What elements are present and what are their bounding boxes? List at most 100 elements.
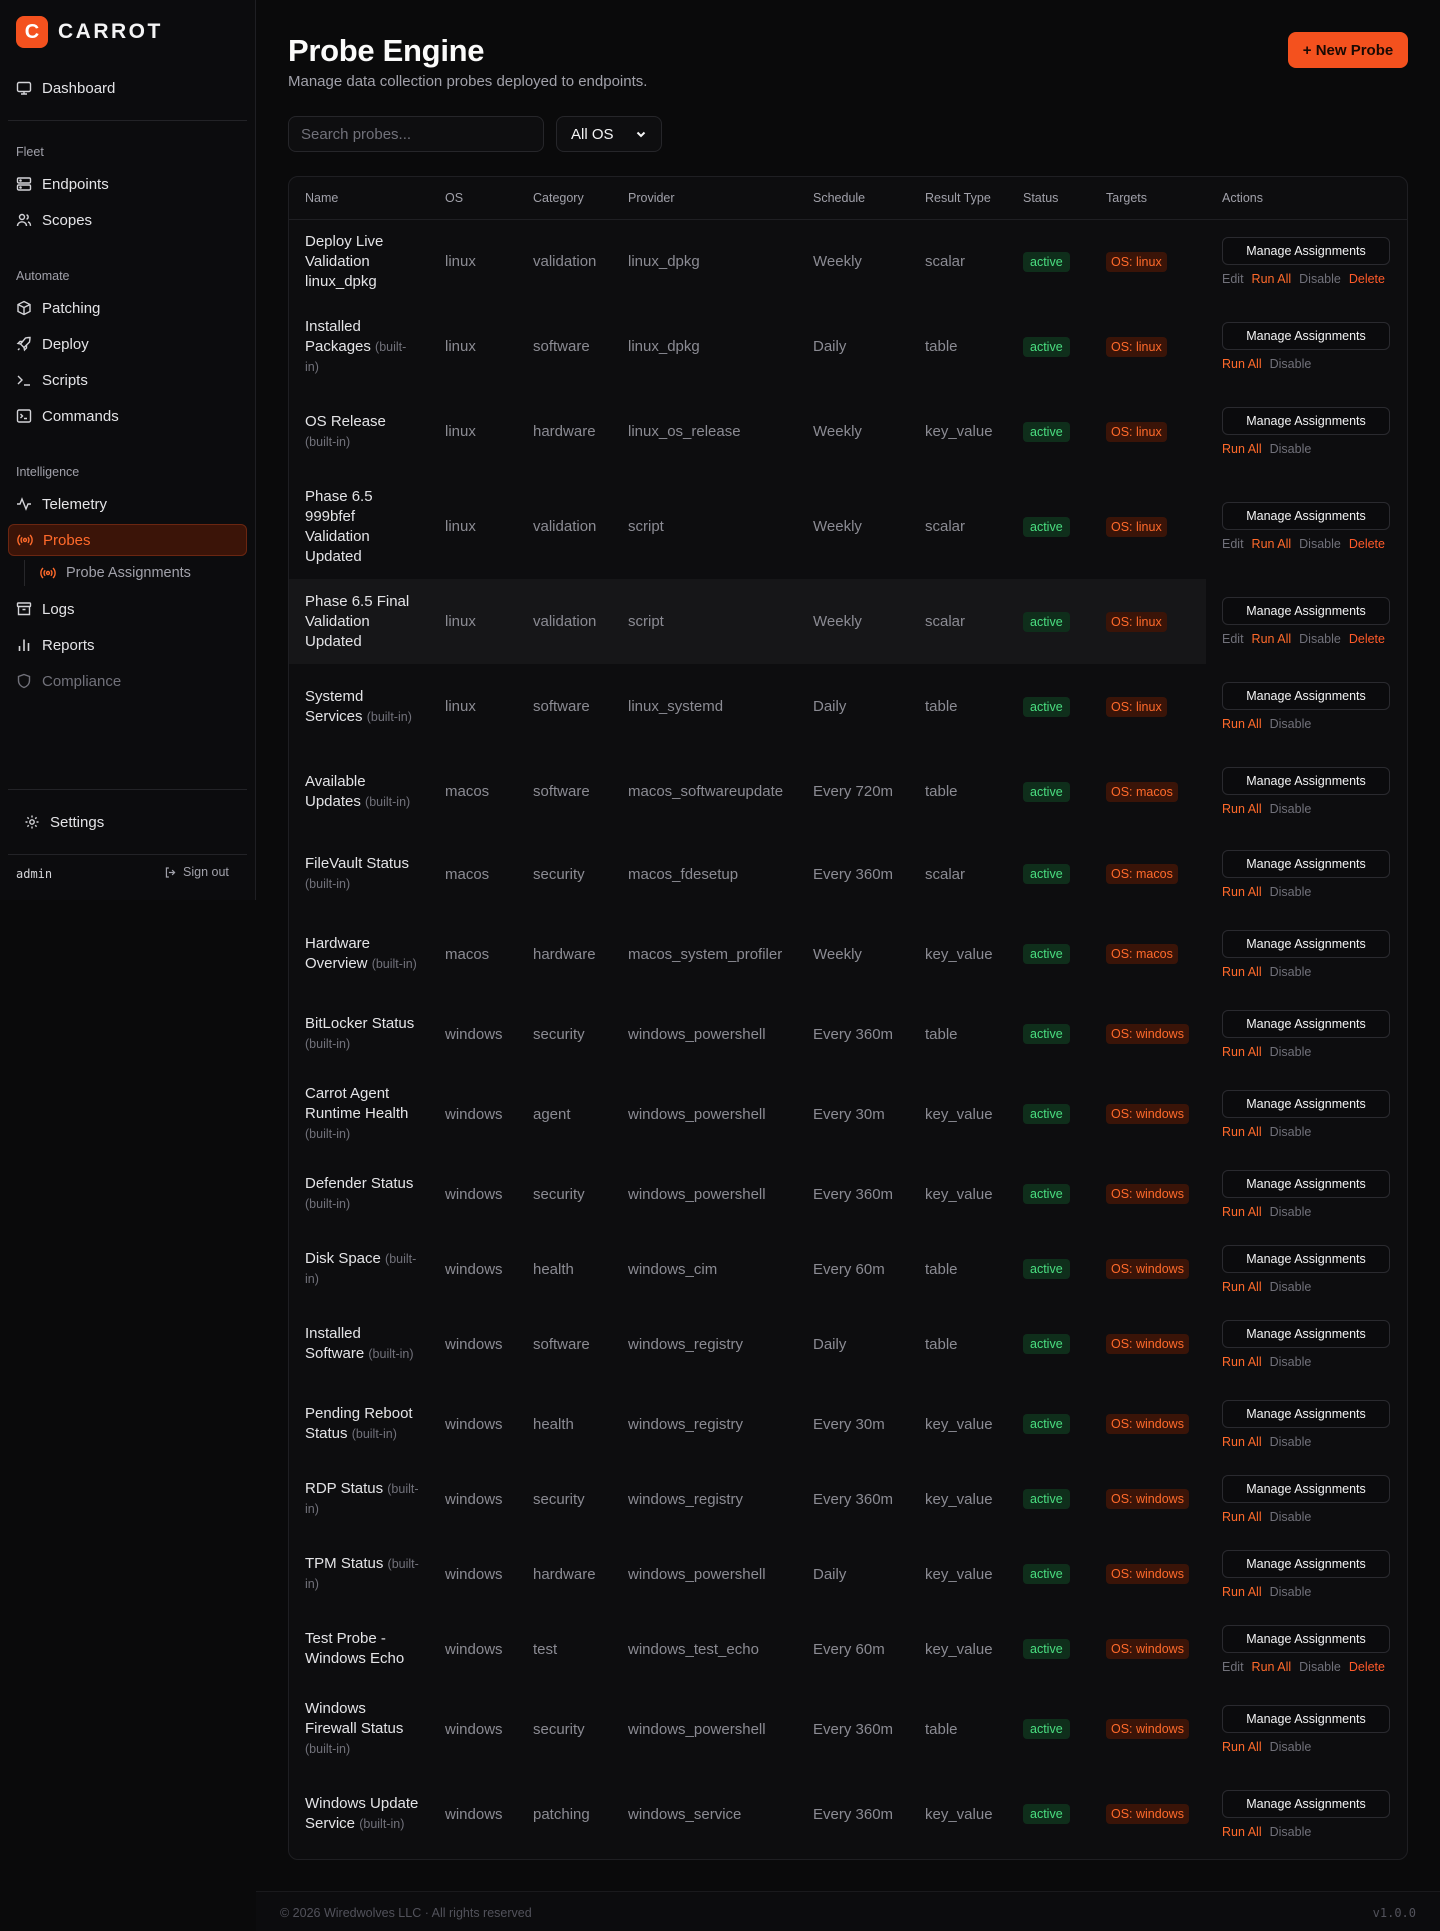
disable-link[interactable]: Disable [1270, 1435, 1312, 1449]
run-all-link[interactable]: Run All [1222, 802, 1262, 816]
manage-assignments-button[interactable]: Manage Assignments [1222, 322, 1390, 350]
run-all-link[interactable]: Run All [1252, 272, 1292, 286]
run-all-link[interactable]: Run All [1252, 1660, 1292, 1674]
disable-link[interactable]: Disable [1270, 802, 1312, 816]
run-all-link[interactable]: Run All [1222, 1280, 1262, 1294]
nav-item-compliance[interactable]: Compliance [8, 665, 247, 697]
column-header[interactable]: Provider [612, 177, 797, 220]
nav-item-logs[interactable]: Logs [8, 593, 247, 625]
disable-link[interactable]: Disable [1270, 1740, 1312, 1754]
disable-link[interactable]: Disable [1299, 1660, 1341, 1674]
disable-link[interactable]: Disable [1270, 1355, 1312, 1369]
manage-assignments-button[interactable]: Manage Assignments [1222, 1399, 1390, 1428]
table-row[interactable]: Deploy Live Validation linux_dpkg linux va… [289, 219, 1407, 304]
column-header[interactable]: Schedule [797, 177, 909, 220]
table-row[interactable]: Phase 6.5 Final Validation Updated linux v… [289, 579, 1407, 664]
table-row[interactable]: Carrot Agent Runtime Health (built-in) wi… [289, 1074, 1407, 1154]
table-row[interactable]: Windows Firewall Status (built-in) window… [289, 1684, 1407, 1774]
nav-item-dashboard[interactable]: Dashboard [8, 72, 247, 104]
table-row[interactable]: OS Release (built-in) linux hardware linux_… [289, 389, 1407, 474]
table-row[interactable]: FileVault Status (built-in) macos security… [289, 834, 1407, 914]
run-all-link[interactable]: Run All [1222, 1510, 1262, 1524]
table-row[interactable]: Disk Space (built-in) windows health window… [289, 1234, 1407, 1304]
run-all-link[interactable]: Run All [1252, 632, 1292, 646]
disable-link[interactable]: Disable [1270, 442, 1312, 456]
disable-link[interactable]: Disable [1270, 717, 1312, 731]
column-header[interactable]: Status [1007, 177, 1090, 220]
column-header[interactable]: Category [517, 177, 612, 220]
run-all-link[interactable]: Run All [1222, 357, 1262, 371]
run-all-link[interactable]: Run All [1222, 1045, 1262, 1059]
table-row[interactable]: TPM Status (built-in) windows hardware wind… [289, 1534, 1407, 1614]
manage-assignments-button[interactable]: Manage Assignments [1222, 929, 1390, 958]
delete-link[interactable]: Delete [1349, 1660, 1385, 1674]
search-input[interactable] [288, 116, 544, 152]
manage-assignments-button[interactable]: Manage Assignments [1222, 849, 1390, 878]
disable-link[interactable]: Disable [1270, 1205, 1312, 1219]
manage-assignments-button[interactable]: Manage Assignments [1222, 407, 1390, 435]
column-header[interactable]: Targets [1090, 177, 1206, 220]
run-all-link[interactable]: Run All [1222, 1355, 1262, 1369]
table-row[interactable]: Test Probe - Windows Echo windows test wind… [289, 1614, 1407, 1684]
disable-link[interactable]: Disable [1270, 1045, 1312, 1059]
column-header[interactable]: OS [429, 177, 517, 220]
disable-link[interactable]: Disable [1299, 272, 1341, 286]
manage-assignments-button[interactable]: Manage Assignments [1222, 597, 1390, 625]
delete-link[interactable]: Delete [1349, 537, 1385, 551]
manage-assignments-button[interactable]: Manage Assignments [1222, 1089, 1390, 1118]
table-row[interactable]: Windows Update Service (built-in) windows… [289, 1774, 1407, 1854]
edit-link[interactable]: Edit [1222, 272, 1244, 286]
nav-item-commands[interactable]: Commands [8, 400, 247, 432]
manage-assignments-button[interactable]: Manage Assignments [1222, 502, 1390, 530]
sign-out-button[interactable]: Sign out [164, 865, 229, 879]
disable-link[interactable]: Disable [1270, 1825, 1312, 1839]
nav-item-scopes[interactable]: Scopes [8, 204, 247, 236]
new-probe-button[interactable]: + New Probe [1288, 32, 1408, 68]
manage-assignments-button[interactable]: Manage Assignments [1222, 1474, 1390, 1503]
nav-item-patching[interactable]: Patching [8, 292, 247, 324]
nav-item-telemetry[interactable]: Telemetry [8, 488, 247, 520]
os-filter-select[interactable]: All OS [556, 116, 662, 152]
table-row[interactable]: Available Updates (built-in) macos softwar… [289, 749, 1407, 834]
disable-link[interactable]: Disable [1270, 357, 1312, 371]
manage-assignments-button[interactable]: Manage Assignments [1222, 1169, 1390, 1198]
disable-link[interactable]: Disable [1270, 885, 1312, 899]
disable-link[interactable]: Disable [1270, 1510, 1312, 1524]
edit-link[interactable]: Edit [1222, 632, 1244, 646]
run-all-link[interactable]: Run All [1222, 965, 1262, 979]
manage-assignments-button[interactable]: Manage Assignments [1222, 1009, 1390, 1038]
run-all-link[interactable]: Run All [1222, 1435, 1262, 1449]
run-all-link[interactable]: Run All [1222, 1205, 1262, 1219]
run-all-link[interactable]: Run All [1222, 1825, 1262, 1839]
column-header[interactable]: Name [289, 177, 429, 220]
table-row[interactable]: Defender Status (built-in) windows securit… [289, 1154, 1407, 1234]
run-all-link[interactable]: Run All [1222, 1585, 1262, 1599]
table-row[interactable]: Installed Software (built-in) windows soft… [289, 1304, 1407, 1384]
nav-item-scripts[interactable]: Scripts [8, 364, 247, 396]
run-all-link[interactable]: Run All [1222, 717, 1262, 731]
manage-assignments-button[interactable]: Manage Assignments [1222, 1704, 1390, 1733]
disable-link[interactable]: Disable [1270, 1125, 1312, 1139]
nav-item-reports[interactable]: Reports [8, 629, 247, 661]
nav-item-probes[interactable]: Probes [8, 524, 247, 556]
nav-item-endpoints[interactable]: Endpoints [8, 168, 247, 200]
column-header[interactable]: Result Type [909, 177, 1007, 220]
table-row[interactable]: Pending Reboot Status (built-in) windows h… [289, 1384, 1407, 1464]
manage-assignments-button[interactable]: Manage Assignments [1222, 767, 1390, 795]
manage-assignments-button[interactable]: Manage Assignments [1222, 237, 1390, 266]
table-row[interactable]: RDP Status (built-in) windows security wind… [289, 1464, 1407, 1534]
table-row[interactable]: Installed Packages (built-in) linux softwa… [289, 304, 1407, 389]
manage-assignments-button[interactable]: Manage Assignments [1222, 682, 1390, 710]
disable-link[interactable]: Disable [1270, 965, 1312, 979]
nav-item-probe-assignments[interactable]: Probe Assignments [26, 557, 246, 589]
delete-link[interactable]: Delete [1349, 272, 1385, 286]
edit-link[interactable]: Edit [1222, 537, 1244, 551]
run-all-link[interactable]: Run All [1222, 1740, 1262, 1754]
brand[interactable]: C CARROT [16, 16, 163, 48]
manage-assignments-button[interactable]: Manage Assignments [1222, 1244, 1390, 1273]
run-all-link[interactable]: Run All [1222, 885, 1262, 899]
disable-link[interactable]: Disable [1270, 1280, 1312, 1294]
table-row[interactable]: Phase 6.5 999bfef Validation Updated linu… [289, 474, 1407, 579]
manage-assignments-button[interactable]: Manage Assignments [1222, 1789, 1390, 1818]
delete-link[interactable]: Delete [1349, 632, 1385, 646]
